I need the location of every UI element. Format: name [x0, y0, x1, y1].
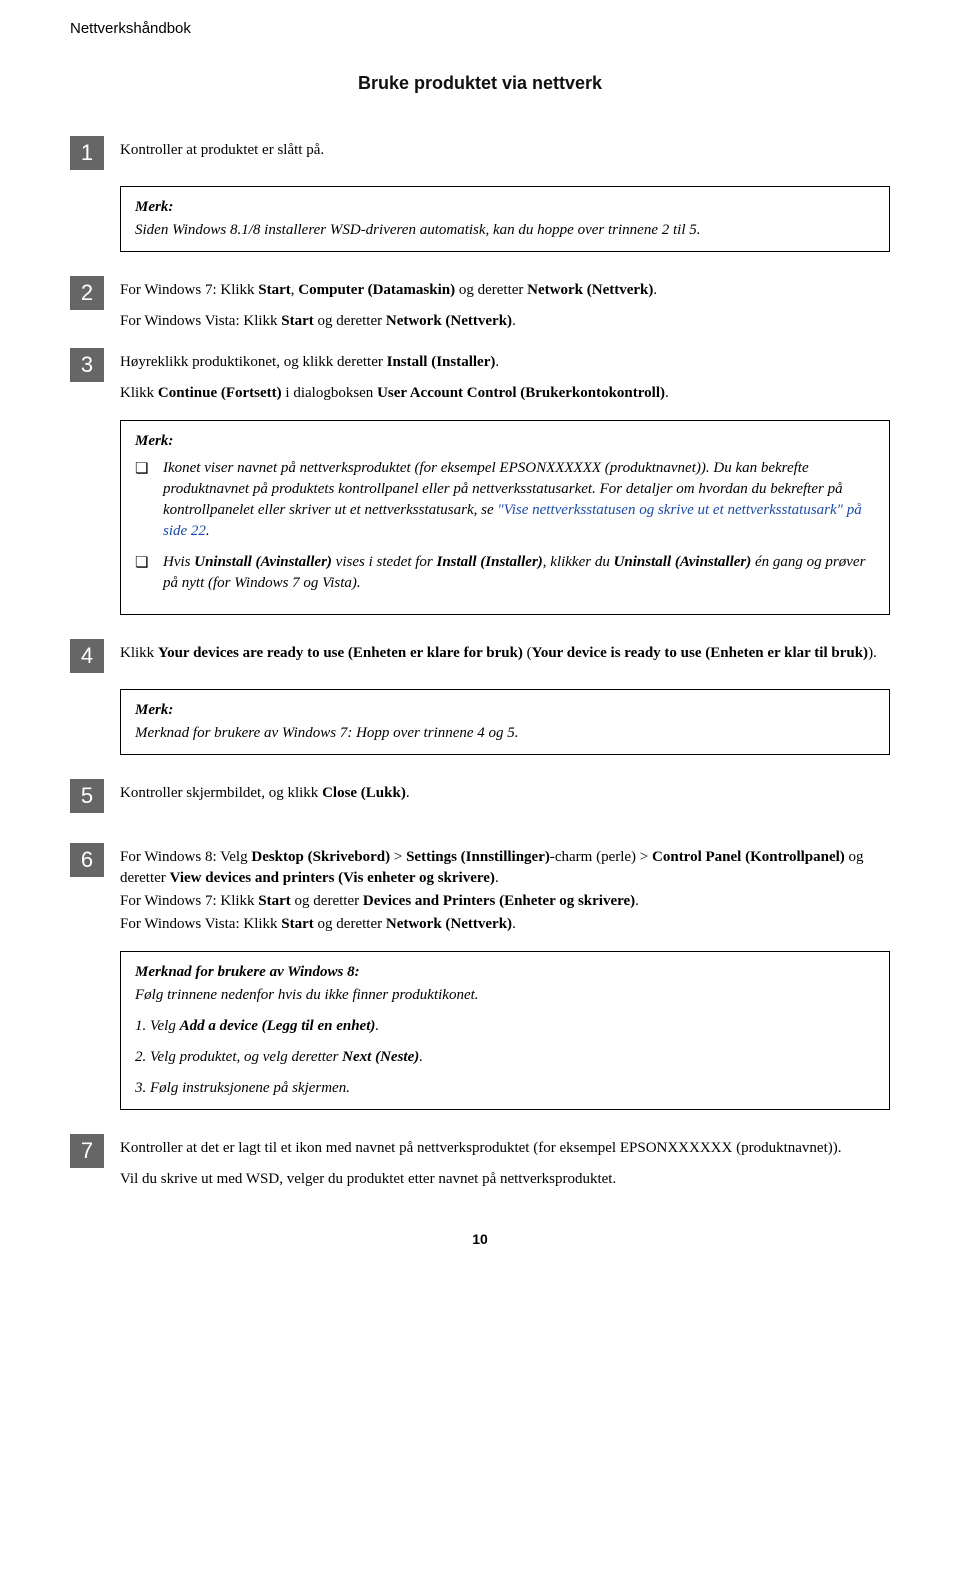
note-label: Merk:	[135, 197, 875, 218]
bullet-text: Ikonet viser navnet på nettverksprodukte…	[163, 458, 875, 542]
step-text: Klikk Continue (Fortsett) i dialogboksen…	[120, 383, 890, 404]
step-number: 2	[70, 276, 104, 310]
step-text: For Windows Vista: Klikk Start og derett…	[120, 311, 890, 332]
note-text: Siden Windows 8.1/8 installerer WSD-driv…	[135, 220, 875, 241]
note-text: Følg trinnene nedenfor hvis du ikke finn…	[135, 985, 875, 1006]
note-label: Merk:	[135, 431, 875, 452]
list-item: ❏ Hvis Uninstall (Avinstaller) vises i s…	[135, 552, 875, 594]
step-number: 4	[70, 639, 104, 673]
step-body: Høyreklikk produktikonet, og klikk deret…	[120, 348, 890, 404]
note-box: Merk: ❏ Ikonet viser navnet på nettverks…	[120, 420, 890, 615]
note-bullet-list: ❏ Ikonet viser navnet på nettverksproduk…	[135, 458, 875, 594]
bullet-icon: ❏	[135, 458, 163, 542]
note-text: Merknad for brukere av Windows 7: Hopp o…	[135, 723, 875, 744]
step-text: For Windows 7: Klikk Start og deretter D…	[120, 891, 890, 912]
step-3: 3 Høyreklikk produktikonet, og klikk der…	[70, 348, 890, 404]
step-body: Kontroller at produktet er slått på.	[120, 136, 890, 161]
step-text: For Windows 8: Velg Desktop (Skrivebord)…	[120, 847, 890, 889]
note-substep: 3. Følg instruksjonene på skjermen.	[135, 1078, 875, 1099]
step-5: 5 Kontroller skjermbildet, og klikk Clos…	[70, 779, 890, 813]
step-body: Klikk Your devices are ready to use (Enh…	[120, 639, 890, 664]
step-text: For Windows 7: Klikk Start, Computer (Da…	[120, 280, 890, 301]
step-number: 7	[70, 1134, 104, 1168]
step-text: Kontroller skjermbildet, og klikk Close …	[120, 783, 890, 804]
step-body: Kontroller skjermbildet, og klikk Close …	[120, 779, 890, 804]
bullet-icon: ❏	[135, 552, 163, 594]
page-number: 10	[70, 1230, 890, 1250]
step-number: 3	[70, 348, 104, 382]
step-number: 5	[70, 779, 104, 813]
bullet-text: Hvis Uninstall (Avinstaller) vises i ste…	[163, 552, 875, 594]
step-text: Kontroller at det er lagt til et ikon me…	[120, 1138, 890, 1159]
step-body: Kontroller at det er lagt til et ikon me…	[120, 1134, 890, 1190]
note-box: Merk: Merknad for brukere av Windows 7: …	[120, 689, 890, 755]
step-4: 4 Klikk Your devices are ready to use (E…	[70, 639, 890, 673]
step-number: 6	[70, 843, 104, 877]
step-body: For Windows 8: Velg Desktop (Skrivebord)…	[120, 843, 890, 935]
step-1: 1 Kontroller at produktet er slått på.	[70, 136, 890, 170]
note-label: Merk:	[135, 700, 875, 721]
step-text: Vil du skrive ut med WSD, velger du prod…	[120, 1169, 890, 1190]
document-title: Nettverkshåndbok	[70, 18, 890, 39]
step-text: Kontroller at produktet er slått på.	[120, 140, 890, 161]
list-item: ❏ Ikonet viser navnet på nettverksproduk…	[135, 458, 875, 542]
note-box: Merk: Siden Windows 8.1/8 installerer WS…	[120, 186, 890, 252]
note-substep: 1. Velg Add a device (Legg til en enhet)…	[135, 1016, 875, 1037]
step-number: 1	[70, 136, 104, 170]
step-text: Klikk Your devices are ready to use (Enh…	[120, 643, 890, 664]
note-title: Merknad for brukere av Windows 8:	[135, 962, 875, 983]
step-2: 2 For Windows 7: Klikk Start, Computer (…	[70, 276, 890, 332]
step-text: Høyreklikk produktikonet, og klikk deret…	[120, 352, 890, 373]
step-7: 7 Kontroller at det er lagt til et ikon …	[70, 1134, 890, 1190]
section-title: Bruke produktet via nettverk	[70, 71, 890, 96]
note-substep: 2. Velg produktet, og velg deretter Next…	[135, 1047, 875, 1068]
step-6: 6 For Windows 8: Velg Desktop (Skrivebor…	[70, 843, 890, 935]
page: Nettverkshåndbok Bruke produktet via net…	[0, 0, 960, 1594]
step-body: For Windows 7: Klikk Start, Computer (Da…	[120, 276, 890, 332]
step-text: For Windows Vista: Klikk Start og derett…	[120, 914, 890, 935]
note-box: Merknad for brukere av Windows 8: Følg t…	[120, 951, 890, 1110]
